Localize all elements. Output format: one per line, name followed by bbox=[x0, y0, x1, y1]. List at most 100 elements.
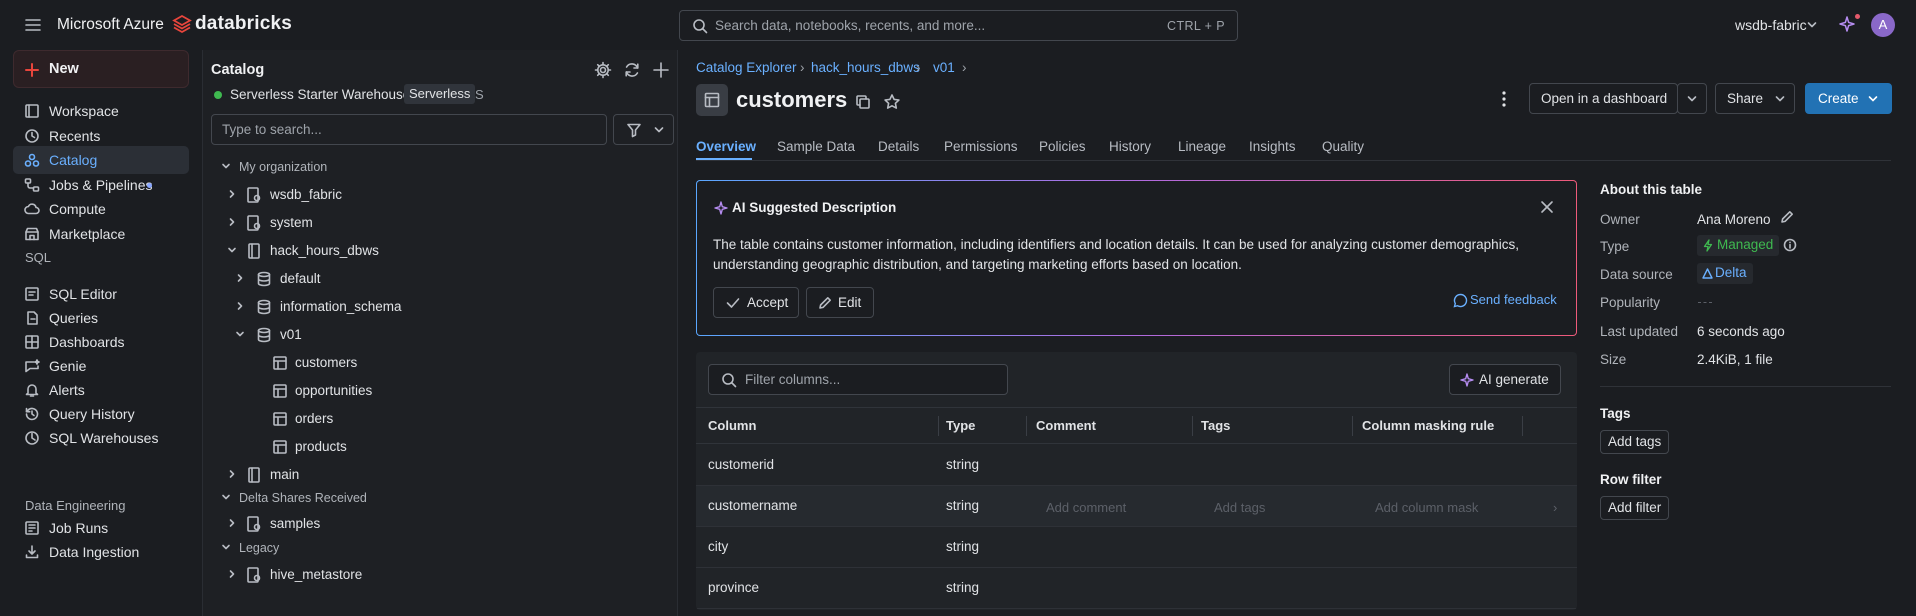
add-comment-placeholder[interactable]: Add comment bbox=[1046, 500, 1126, 515]
tree-item-samples[interactable]: samples bbox=[213, 512, 613, 536]
star-icon[interactable] bbox=[883, 93, 901, 111]
tab-quality[interactable]: Quality bbox=[1322, 139, 1364, 154]
column-resizer[interactable] bbox=[1352, 416, 1353, 436]
table-row[interactable]: customerid string bbox=[696, 445, 1577, 486]
nav-item-data-ingestion[interactable]: Data Ingestion bbox=[13, 538, 189, 566]
shared-catalog-icon bbox=[246, 515, 262, 533]
column-resizer[interactable] bbox=[1522, 416, 1523, 436]
edit-owner-pencil-icon[interactable] bbox=[1780, 210, 1794, 224]
chevron-down-icon bbox=[1775, 95, 1785, 103]
column-resizer[interactable] bbox=[1026, 416, 1027, 436]
share-button[interactable]: Share bbox=[1715, 83, 1795, 114]
table-row[interactable]: customername string Add comment Add tags… bbox=[696, 486, 1577, 527]
nav-item-compute[interactable]: Compute bbox=[13, 195, 189, 223]
global-search-input[interactable]: Search data, notebooks, recents, and mor… bbox=[679, 10, 1238, 41]
column-header-masking-rule[interactable]: Column masking rule bbox=[1362, 418, 1494, 433]
add-tags-placeholder[interactable]: Add tags bbox=[1214, 500, 1265, 515]
workspace-switcher[interactable]: wsdb-fabric bbox=[1735, 17, 1807, 33]
nav-item-marketplace[interactable]: Marketplace bbox=[13, 220, 189, 248]
tree-item-products[interactable]: products bbox=[213, 435, 613, 459]
filter-icon bbox=[626, 122, 642, 138]
tree-item-system[interactable]: system bbox=[213, 211, 613, 235]
ai-generate-button[interactable]: AI generate bbox=[1449, 364, 1561, 395]
tree-item-customers[interactable]: customers bbox=[213, 351, 613, 375]
ai-sparkle-icon bbox=[1460, 373, 1474, 387]
tree-section-label: My organization bbox=[239, 160, 328, 174]
breadcrumb-catalog-explorer[interactable]: Catalog Explorer bbox=[696, 60, 797, 75]
search-icon bbox=[692, 18, 708, 34]
tree-item-hack-hours-dbws[interactable]: hack_hours_dbws bbox=[213, 239, 613, 263]
breadcrumb-catalog[interactable]: hack_hours_dbws bbox=[811, 60, 920, 75]
gear-icon[interactable] bbox=[594, 61, 612, 79]
column-header-tags[interactable]: Tags bbox=[1201, 418, 1230, 433]
tree-item-default[interactable]: default bbox=[213, 267, 613, 291]
tree-item-opportunities[interactable]: opportunities bbox=[213, 379, 613, 403]
nav-item-sql-warehouses[interactable]: SQL Warehouses bbox=[13, 424, 189, 452]
tree-item-main[interactable]: main bbox=[213, 463, 613, 487]
info-icon[interactable] bbox=[1783, 238, 1797, 252]
tree-item-label: orders bbox=[295, 411, 334, 426]
catalog-search-input[interactable]: Type to search... bbox=[211, 114, 607, 145]
tab-policies[interactable]: Policies bbox=[1039, 139, 1086, 154]
microsoft-azure-brand[interactable]: Microsoft Azure bbox=[57, 16, 164, 34]
refresh-icon[interactable] bbox=[623, 61, 641, 79]
column-resizer[interactable] bbox=[938, 416, 939, 436]
send-feedback-link[interactable]: Send feedback bbox=[1470, 292, 1557, 307]
databricks-logo-icon[interactable] bbox=[172, 14, 192, 34]
schema-icon bbox=[256, 270, 272, 288]
close-icon[interactable] bbox=[1539, 199, 1555, 215]
column-header-column[interactable]: Column bbox=[708, 418, 756, 433]
breadcrumb-schema[interactable]: v01 bbox=[933, 60, 955, 75]
type-managed-badge: Managed bbox=[1697, 235, 1780, 256]
assistant-sparkle-icon[interactable] bbox=[1838, 15, 1856, 33]
main-content: Catalog Explorer › hack_hours_dbws › v01… bbox=[679, 50, 1916, 616]
warehouse-selector[interactable]: Serverless Starter Warehouse bbox=[230, 87, 410, 102]
add-column-mask-placeholder[interactable]: Add column mask bbox=[1375, 500, 1478, 515]
tree-section-my-organization[interactable]: My organization bbox=[213, 155, 613, 179]
add-tags-button[interactable]: Add tags bbox=[1600, 430, 1670, 454]
copy-icon[interactable] bbox=[855, 94, 871, 110]
ai-description-text: The table contains customer information,… bbox=[713, 237, 1519, 272]
tab-history[interactable]: History bbox=[1109, 139, 1151, 154]
tree-item-v01[interactable]: v01 bbox=[213, 323, 613, 347]
nav-item-catalog[interactable]: Catalog bbox=[13, 146, 189, 174]
tab-sample-data[interactable]: Sample Data bbox=[777, 139, 855, 154]
catalog-filter-button[interactable] bbox=[613, 114, 674, 145]
column-header-comment[interactable]: Comment bbox=[1036, 418, 1096, 433]
tab-overview[interactable]: Overview bbox=[696, 139, 756, 154]
accept-button[interactable]: Accept bbox=[713, 287, 799, 318]
edit-button[interactable]: Edit bbox=[806, 287, 874, 318]
chevron-down-icon[interactable] bbox=[1807, 21, 1817, 29]
tab-insights[interactable]: Insights bbox=[1249, 139, 1296, 154]
table-row[interactable]: city string bbox=[696, 527, 1577, 568]
tree-item-hive-metastore[interactable]: hive_metastore bbox=[213, 563, 613, 587]
table-row[interactable]: province string bbox=[696, 568, 1577, 609]
tab-lineage[interactable]: Lineage bbox=[1178, 139, 1226, 154]
chevron-right-icon[interactable]: › bbox=[1553, 500, 1557, 515]
tree-item-information-schema[interactable]: information_schema bbox=[213, 295, 613, 319]
tree-item-orders[interactable]: orders bbox=[213, 407, 613, 431]
feedback-icon[interactable] bbox=[1453, 293, 1468, 308]
new-button[interactable]: New bbox=[13, 50, 189, 88]
create-button[interactable]: Create bbox=[1805, 83, 1892, 114]
add-icon[interactable] bbox=[652, 61, 670, 79]
kebab-menu-icon[interactable] bbox=[1501, 90, 1507, 108]
hamburger-menu-icon[interactable] bbox=[24, 17, 42, 33]
tree-section-delta-shares[interactable]: Delta Shares Received bbox=[213, 486, 613, 510]
column-resizer[interactable] bbox=[1192, 416, 1193, 436]
add-filter-button[interactable]: Add filter bbox=[1600, 496, 1670, 520]
tab-details[interactable]: Details bbox=[878, 139, 919, 154]
open-dashboard-dropdown-button[interactable] bbox=[1677, 83, 1707, 114]
tree-item-wsdb-fabric[interactable]: wsdb_fabric bbox=[213, 183, 613, 207]
tree-item-label: samples bbox=[270, 516, 321, 531]
open-in-dashboard-button[interactable]: Open in a dashboard bbox=[1529, 83, 1678, 114]
nav-item-label: SQL Editor bbox=[49, 286, 117, 302]
column-header-type[interactable]: Type bbox=[946, 418, 975, 433]
tree-section-legacy[interactable]: Legacy bbox=[213, 536, 613, 560]
filter-columns-input[interactable]: Filter columns... bbox=[708, 364, 1008, 395]
nav-item-workspace[interactable]: Workspace bbox=[13, 97, 189, 125]
tab-permissions[interactable]: Permissions bbox=[944, 139, 1018, 154]
databricks-wordmark[interactable]: databricks bbox=[195, 13, 292, 35]
user-avatar[interactable]: A bbox=[1871, 13, 1895, 37]
tags-title: Tags bbox=[1600, 406, 1631, 421]
